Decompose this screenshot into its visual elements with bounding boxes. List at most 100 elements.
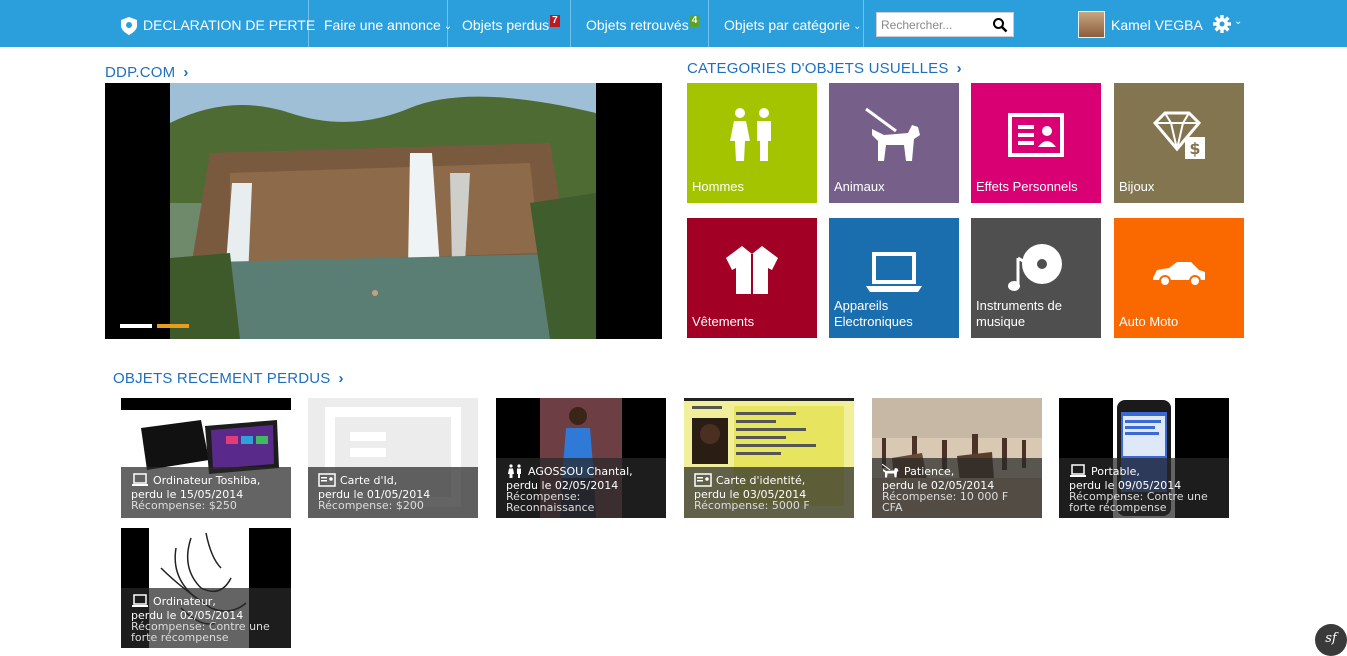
- shield-icon: [121, 17, 137, 36]
- category-tile-hommes[interactable]: Hommes: [687, 83, 817, 203]
- card-name: Ordinateur,: [153, 595, 216, 608]
- card-reward-cont: CFA: [882, 501, 903, 514]
- brand-link[interactable]: DECLARATION DE PERTE: [121, 0, 315, 47]
- search-input[interactable]: [881, 16, 989, 34]
- avatar[interactable]: [1078, 11, 1105, 38]
- category-label: Hommes: [692, 179, 745, 194]
- found-count-badge: 4: [689, 15, 700, 27]
- card-reward: Récompense: $200: [318, 499, 424, 512]
- card-caption: Carte d'Id, perdu le 01/05/2014 Récompen…: [308, 467, 478, 518]
- category-label: Appareils Electroniques: [834, 298, 913, 329]
- gear-icon[interactable]: [1212, 14, 1232, 34]
- lost-count-badge: 7: [550, 15, 560, 27]
- chevron-down-icon: ⌄: [853, 21, 862, 32]
- slider-dot-active[interactable]: [157, 324, 189, 328]
- category-tile-animaux[interactable]: Animaux: [829, 83, 959, 203]
- svg-text:$: $: [1189, 139, 1200, 158]
- card-caption: Ordinateur, perdu le 02/05/2014 Récompen…: [121, 588, 291, 648]
- slider-dot[interactable]: [120, 324, 152, 328]
- nav-lost-label: Objets perdus: [462, 17, 550, 33]
- category-tile-auto[interactable]: Auto Moto: [1114, 218, 1244, 338]
- lost-item-card[interactable]: Portable, perdu le 09/05/2014 Récompense…: [1059, 398, 1229, 518]
- slider-title-link[interactable]: DDP.COM ›: [105, 64, 189, 81]
- nav-lost-items[interactable]: Objets perdus 7: [462, 0, 560, 47]
- id-card-icon: [318, 473, 336, 487]
- category-tile-vetements[interactable]: Vêtements: [687, 218, 817, 338]
- card-caption: Carte d'identité, perdu le 03/05/2014 Ré…: [684, 467, 854, 518]
- categories-title-link[interactable]: CATEGORIES D'OBJETS USUELLES ›: [687, 60, 962, 77]
- people-icon: [730, 108, 771, 161]
- card-caption: Portable, perdu le 09/05/2014 Récompense…: [1059, 458, 1229, 518]
- category-tile-musique[interactable]: Instruments de musique: [971, 218, 1101, 338]
- search-icon[interactable]: [992, 17, 1008, 33]
- image-slider[interactable]: [105, 83, 662, 339]
- diamond-icon: $: [1152, 111, 1205, 159]
- nav-divider: [863, 0, 864, 47]
- lost-item-card[interactable]: Ordinateur, perdu le 02/05/2014 Récompen…: [121, 528, 291, 648]
- lost-item-card[interactable]: Patience, perdu le 02/05/2014 Récompense…: [872, 398, 1042, 518]
- card-caption: AGOSSOU Chantal, perdu le 02/05/2014 Réc…: [496, 458, 666, 518]
- card-name: Carte d'identité,: [716, 474, 806, 487]
- chevron-right-icon: ›: [183, 64, 189, 81]
- chevron-right-icon: ›: [338, 370, 344, 387]
- people-icon: [508, 464, 521, 478]
- card-caption: Patience, perdu le 02/05/2014 Récompense…: [872, 458, 1042, 518]
- category-label: Animaux: [834, 179, 885, 194]
- nav-divider: [708, 0, 709, 47]
- id-card-icon: [1008, 113, 1064, 157]
- nav-divider: [570, 0, 571, 47]
- card-title: Carte d'Id,: [318, 473, 474, 487]
- laptop-icon: [132, 473, 148, 486]
- nav-post-ad[interactable]: Faire une annonce ⌄: [324, 0, 452, 47]
- waterfall-photo: [170, 83, 596, 339]
- slider-title: DDP.COM: [105, 64, 176, 81]
- category-label: Bijoux: [1119, 179, 1155, 194]
- search-box: [876, 12, 1014, 37]
- laptop-icon: [866, 252, 922, 292]
- lost-item-card[interactable]: AGOSSOU Chantal, perdu le 02/05/2014 Réc…: [496, 398, 666, 518]
- card-reward: Récompense: 10 000 F: [882, 490, 1009, 503]
- dog-icon: [882, 464, 899, 478]
- user-name[interactable]: Kamel VEGBA: [1111, 0, 1203, 47]
- category-label: Auto Moto: [1119, 314, 1179, 329]
- card-title: AGOSSOU Chantal,: [506, 464, 662, 478]
- card-name: Patience,: [904, 465, 955, 478]
- card-title: Ordinateur,: [131, 594, 287, 608]
- laptop-icon: [1070, 464, 1086, 477]
- card-reward-cont: forte récompense: [1069, 501, 1167, 514]
- card-title: Patience,: [882, 464, 1038, 478]
- top-navbar: DECLARATION DE PERTE Faire une annonce ⌄ …: [0, 0, 1347, 47]
- card-name: Portable,: [1091, 465, 1140, 478]
- category-tile-electroniques[interactable]: Appareils Electroniques: [829, 218, 959, 338]
- card-name: AGOSSOU Chantal,: [528, 465, 633, 478]
- card-reward: Récompense: 5000 F: [694, 499, 810, 512]
- category-tile-bijoux[interactable]: $ Bijoux: [1114, 83, 1244, 203]
- nav-post-ad-label: Faire une annonce: [324, 17, 441, 33]
- nav-found-label: Objets retrouvés: [586, 17, 689, 33]
- dog-icon: [865, 107, 920, 161]
- card-title: Ordinateur Toshiba,: [131, 473, 287, 487]
- car-icon: [1153, 262, 1205, 287]
- categories-title: CATEGORIES D'OBJETS USUELLES: [687, 60, 949, 77]
- symfony-debug-toolbar-toggle[interactable]: sf: [1315, 624, 1347, 656]
- recent-title-link[interactable]: OBJETS RECEMENT PERDUS ›: [113, 370, 344, 387]
- lost-item-card[interactable]: Carte d'Id, perdu le 01/05/2014 Récompen…: [308, 398, 478, 518]
- card-title: Portable,: [1069, 464, 1225, 478]
- shirt-icon: [726, 246, 778, 294]
- card-reward-cont: forte récompense: [131, 631, 229, 644]
- category-label: Instruments de musique: [976, 298, 1062, 329]
- nav-by-category[interactable]: Objets par catégorie ⌄: [724, 0, 861, 47]
- card-name: Ordinateur Toshiba,: [153, 474, 261, 487]
- card-reward-cont: Reconnaissance: [506, 501, 595, 514]
- nav-divider: [308, 0, 309, 47]
- chevron-down-icon[interactable]: ⌄: [1234, 16, 1242, 27]
- category-label: Vêtements: [692, 314, 755, 329]
- card-caption: Ordinateur Toshiba, perdu le 15/05/2014 …: [121, 467, 291, 518]
- music-disc-icon: [1008, 244, 1062, 291]
- nav-found-items[interactable]: Objets retrouvés 4: [586, 0, 700, 47]
- brand-label: DECLARATION DE PERTE: [143, 17, 316, 33]
- lost-item-card[interactable]: Carte d'identité, perdu le 03/05/2014 Ré…: [684, 398, 854, 518]
- category-tile-effets[interactable]: Effets Personnels: [971, 83, 1101, 203]
- lost-item-card[interactable]: Ordinateur Toshiba, perdu le 15/05/2014 …: [121, 398, 291, 518]
- category-label: Effets Personnels: [976, 179, 1078, 194]
